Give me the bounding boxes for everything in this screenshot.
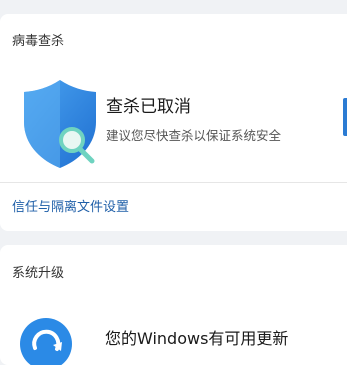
top-strip xyxy=(0,0,347,14)
scan-status-title: 查杀已取消 xyxy=(106,97,191,117)
trust-isolation-settings-link[interactable]: 信任与隔离文件设置 xyxy=(12,196,129,215)
virus-scan-section-title: 病毒查杀 xyxy=(12,34,65,49)
card-divider xyxy=(0,182,347,183)
scan-action-button-edge[interactable] xyxy=(343,98,347,136)
system-upgrade-card: 系统升级 您的Windows有可用更新 xyxy=(0,245,347,365)
system-upgrade-section-title: 系统升级 xyxy=(12,266,65,281)
refresh-icon xyxy=(20,318,72,365)
shield-search-icon xyxy=(18,78,102,170)
virus-scan-card: 病毒查杀 查杀已取消 建议您尽快查杀以保证系统安全 信任与隔离文件设置 xyxy=(0,14,347,231)
windows-update-available-text: 您的Windows有可用更新 xyxy=(105,329,289,348)
scan-status-description: 建议您尽快查杀以保证系统安全 xyxy=(106,128,282,143)
